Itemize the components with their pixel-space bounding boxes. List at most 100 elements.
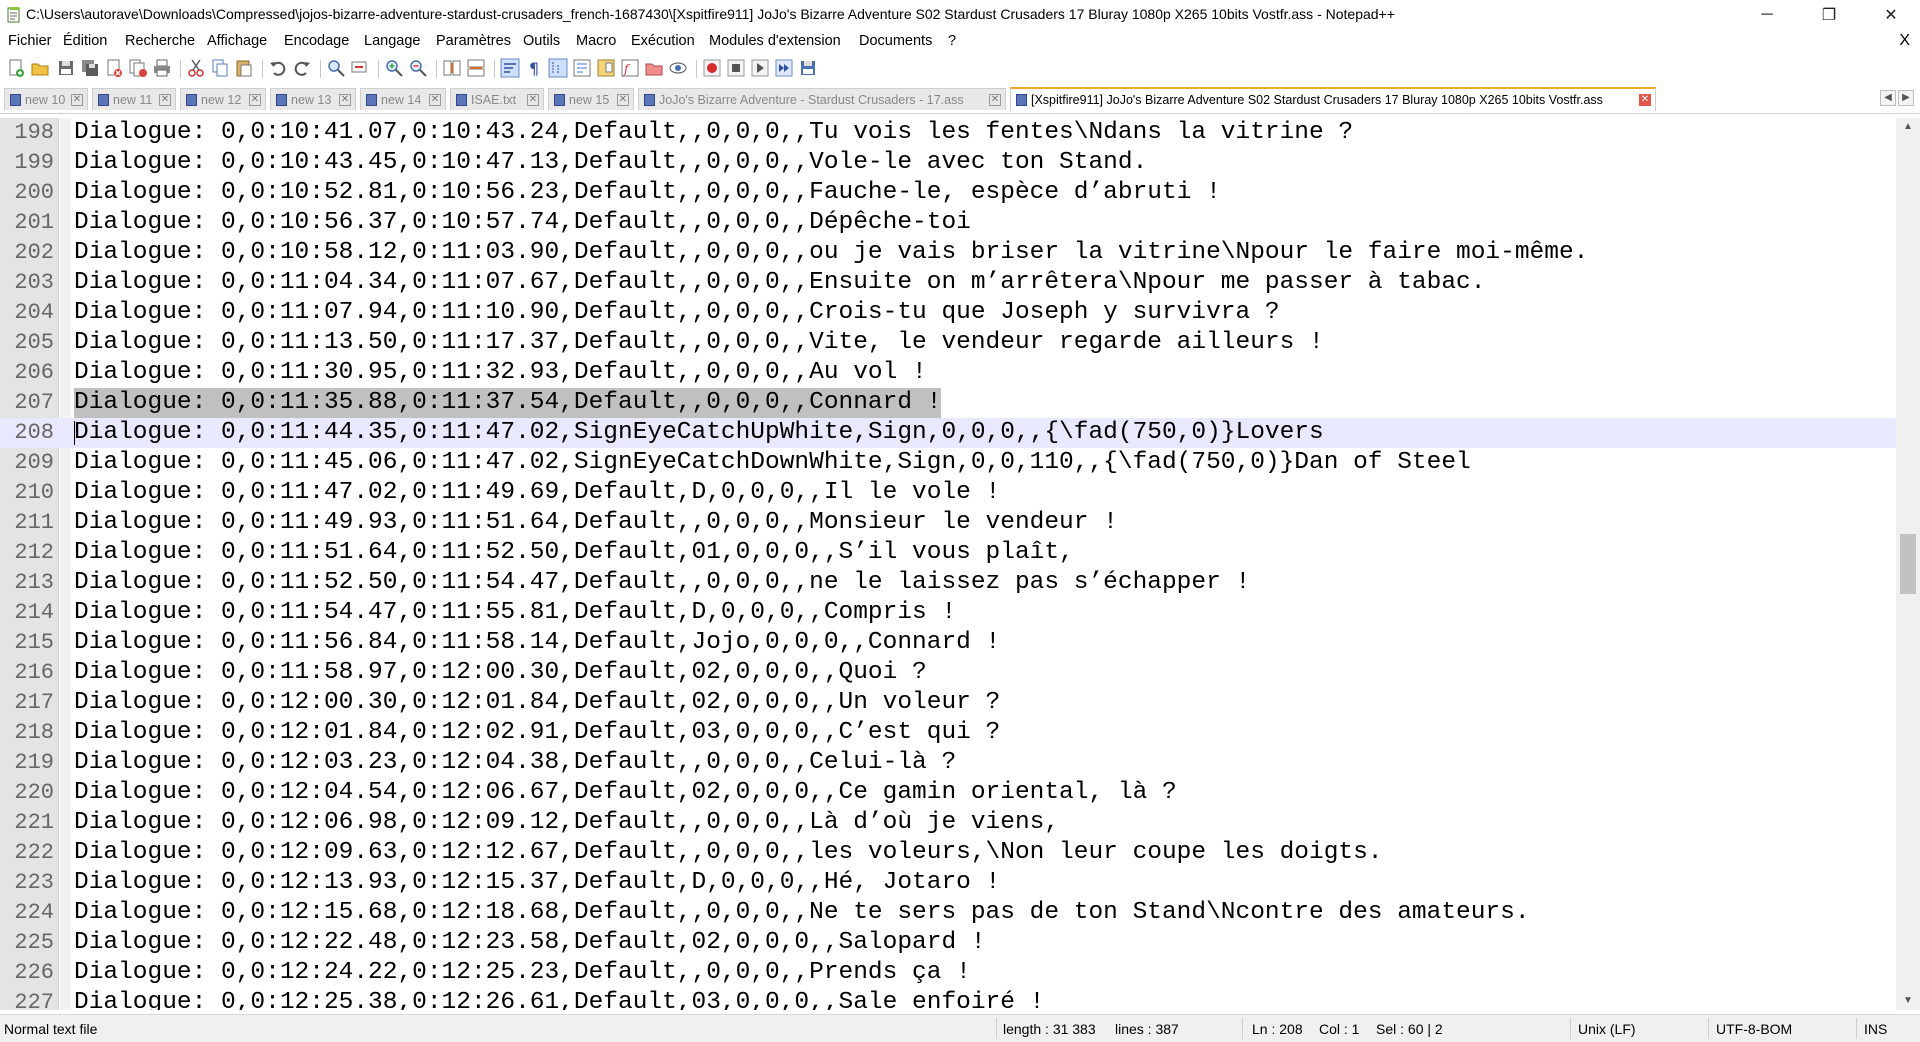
udl-icon[interactable] bbox=[572, 58, 592, 78]
editor-line[interactable]: 203 Dialogue: 0,0:11:04.34,0:11:07.67,Def… bbox=[0, 268, 1896, 298]
line-text[interactable]: Dialogue: 0,0:11:13.50,0:11:17.37,Defaul… bbox=[74, 328, 1324, 358]
line-text[interactable]: Dialogue: 0,0:11:44.35,0:11:47.02,SignEy… bbox=[74, 418, 1324, 448]
document-map-icon[interactable] bbox=[596, 58, 616, 78]
close-tab-icon[interactable]: ✕ bbox=[71, 94, 83, 106]
line-text[interactable]: Dialogue: 0,0:12:22.48,0:12:23.58,Defaul… bbox=[74, 928, 986, 958]
paste-icon[interactable] bbox=[234, 58, 254, 78]
editor-line[interactable]: 198 Dialogue: 0,0:10:41.07,0:10:43.24,Def… bbox=[0, 118, 1896, 148]
editor-line[interactable]: 220 Dialogue: 0,0:12:04.54,0:12:06.67,Def… bbox=[0, 778, 1896, 808]
editor-line[interactable]: 204 Dialogue: 0,0:11:07.94,0:11:10.90,Def… bbox=[0, 298, 1896, 328]
scroll-down-icon[interactable]: ▼ bbox=[1896, 992, 1920, 1010]
sync-vertical-icon[interactable] bbox=[442, 58, 462, 78]
line-text[interactable]: Dialogue: 0,0:12:01.84,0:12:02.91,Defaul… bbox=[74, 718, 1000, 748]
line-text[interactable]: Dialogue: 0,0:12:04.54,0:12:06.67,Defaul… bbox=[74, 778, 1177, 808]
minimize-button[interactable]: ─ bbox=[1744, 0, 1790, 30]
line-text[interactable]: Dialogue: 0,0:11:56.84,0:11:58.14,Defaul… bbox=[74, 628, 1000, 658]
line-text[interactable]: Dialogue: 0,0:10:58.12,0:11:03.90,Defaul… bbox=[74, 238, 1588, 268]
tab-new-11[interactable]: new 11 ✕ bbox=[92, 88, 176, 110]
function-list-icon[interactable]: f bbox=[620, 58, 640, 78]
editor-line-selected[interactable]: 207 Dialogue: 0,0:11:35.88,0:11:37.54,Def… bbox=[0, 388, 1896, 418]
save-icon[interactable] bbox=[56, 58, 76, 78]
close-tab-icon[interactable]: ✕ bbox=[989, 94, 1001, 106]
tab-new-14[interactable]: new 14 ✕ bbox=[360, 88, 446, 110]
editor-line[interactable]: 216 Dialogue: 0,0:11:58.97,0:12:00.30,Def… bbox=[0, 658, 1896, 688]
line-text[interactable]: Dialogue: 0,0:12:03.23,0:12:04.38,Defaul… bbox=[74, 748, 956, 778]
zoom-in-icon[interactable] bbox=[384, 58, 404, 78]
play-macro-icon[interactable] bbox=[750, 58, 770, 78]
line-text[interactable]: Dialogue: 0,0:11:30.95,0:11:32.93,Defaul… bbox=[74, 358, 927, 388]
editor-line[interactable]: 224 Dialogue: 0,0:12:15.68,0:12:18.68,Def… bbox=[0, 898, 1896, 928]
print-icon[interactable] bbox=[152, 58, 172, 78]
close-all-icon[interactable] bbox=[128, 58, 148, 78]
editor-line-current[interactable]: 208 Dialogue: 0,0:11:44.35,0:11:47.02,Sig… bbox=[0, 418, 1896, 448]
close-document-button[interactable]: X bbox=[1899, 32, 1910, 50]
editor-line[interactable]: 209 Dialogue: 0,0:11:45.06,0:11:47.02,Sig… bbox=[0, 448, 1896, 478]
new-file-icon[interactable] bbox=[6, 58, 26, 78]
editor-line[interactable]: 223 Dialogue: 0,0:12:13.93,0:12:15.37,Def… bbox=[0, 868, 1896, 898]
tab-scroll-right-icon[interactable]: ▶ bbox=[1898, 90, 1914, 106]
line-text[interactable]: Dialogue: 0,0:11:54.47,0:11:55.81,Defaul… bbox=[74, 598, 956, 628]
menu-modules[interactable]: Modules d'extension bbox=[709, 33, 841, 49]
save-macro-icon[interactable] bbox=[798, 58, 818, 78]
editor-line[interactable]: 213 Dialogue: 0,0:11:52.50,0:11:54.47,Def… bbox=[0, 568, 1896, 598]
editor-line[interactable]: 212 Dialogue: 0,0:11:51.64,0:11:52.50,Def… bbox=[0, 538, 1896, 568]
close-tab-icon[interactable]: ✕ bbox=[429, 94, 441, 106]
menu-langage[interactable]: Langage bbox=[364, 33, 420, 49]
run-macro-multiple-icon[interactable] bbox=[774, 58, 794, 78]
line-text[interactable]: Dialogue: 0,0:10:56.37,0:10:57.74,Defaul… bbox=[74, 208, 971, 238]
tab-new-10[interactable]: new 10 ✕ bbox=[4, 88, 88, 110]
menu-parametres[interactable]: Paramètres bbox=[436, 33, 511, 49]
replace-icon[interactable] bbox=[350, 58, 370, 78]
close-tab-icon[interactable]: ✕ bbox=[617, 94, 629, 106]
line-text[interactable]: Dialogue: 0,0:11:49.93,0:11:51.64,Defaul… bbox=[74, 508, 1118, 538]
close-tab-icon[interactable]: ✕ bbox=[249, 94, 261, 106]
sync-horizontal-icon[interactable] bbox=[466, 58, 486, 78]
close-tab-icon[interactable]: ✕ bbox=[1639, 94, 1651, 106]
editor-line[interactable]: 200 Dialogue: 0,0:10:52.81,0:10:56.23,Def… bbox=[0, 178, 1896, 208]
line-text[interactable]: Dialogue: 0,0:12:00.30,0:12:01.84,Defaul… bbox=[74, 688, 1000, 718]
line-text[interactable]: Dialogue: 0,0:11:52.50,0:11:54.47,Defaul… bbox=[74, 568, 1250, 598]
maximize-button[interactable]: ❐ bbox=[1806, 0, 1852, 30]
editor-line[interactable]: 210 Dialogue: 0,0:11:47.02,0:11:49.69,Def… bbox=[0, 478, 1896, 508]
text-editor[interactable]: 198 Dialogue: 0,0:10:41.07,0:10:43.24,Def… bbox=[0, 118, 1920, 1010]
indent-guide-icon[interactable] bbox=[548, 58, 568, 78]
line-text[interactable]: Dialogue: 0,0:11:04.34,0:11:07.67,Defaul… bbox=[74, 268, 1485, 298]
menu-outils[interactable]: Outils bbox=[523, 33, 560, 49]
line-text[interactable]: Dialogue: 0,0:11:45.06,0:11:47.02,SignEy… bbox=[74, 448, 1471, 478]
line-text[interactable]: Dialogue: 0,0:12:15.68,0:12:18.68,Defaul… bbox=[74, 898, 1530, 928]
line-text[interactable]: Dialogue: 0,0:10:52.81,0:10:56.23,Defaul… bbox=[74, 178, 1221, 208]
line-text[interactable]: Dialogue: 0,0:10:43.45,0:10:47.13,Defaul… bbox=[74, 148, 1147, 178]
save-all-icon[interactable] bbox=[80, 58, 100, 78]
editor-line[interactable]: 218 Dialogue: 0,0:12:01.84,0:12:02.91,Def… bbox=[0, 718, 1896, 748]
tab-isae-txt[interactable]: ISAE.txt ✕ bbox=[450, 88, 544, 110]
close-tab-icon[interactable]: ✕ bbox=[159, 94, 171, 106]
editor-line[interactable]: 201 Dialogue: 0,0:10:56.37,0:10:57.74,Def… bbox=[0, 208, 1896, 238]
tab-xspitfire-vostfr-ass[interactable]: [Xspitfire911] JoJo's Bizarre Adventure … bbox=[1010, 87, 1656, 111]
line-text[interactable]: Dialogue: 0,0:11:35.88,0:11:37.54,Defaul… bbox=[74, 388, 942, 418]
close-icon[interactable] bbox=[104, 58, 124, 78]
line-text[interactable]: Dialogue: 0,0:10:41.07,0:10:43.24,Defaul… bbox=[74, 118, 1353, 148]
tab-scroll-left-icon[interactable]: ◀ bbox=[1880, 90, 1896, 106]
menu-help[interactable]: ? bbox=[948, 33, 956, 49]
editor-line[interactable]: 221 Dialogue: 0,0:12:06.98,0:12:09.12,Def… bbox=[0, 808, 1896, 838]
editor-line[interactable]: 225 Dialogue: 0,0:12:22.48,0:12:23.58,Def… bbox=[0, 928, 1896, 958]
menu-edition[interactable]: Édition bbox=[63, 33, 107, 49]
show-all-chars-icon[interactable]: ¶ bbox=[524, 58, 544, 78]
redo-icon[interactable] bbox=[292, 58, 312, 78]
editor-line[interactable]: 217 Dialogue: 0,0:12:00.30,0:12:01.84,Def… bbox=[0, 688, 1896, 718]
record-macro-icon[interactable] bbox=[702, 58, 722, 78]
menu-fichier[interactable]: Fichier bbox=[8, 33, 52, 49]
monitoring-icon[interactable] bbox=[668, 58, 688, 78]
editor-line[interactable]: 206 Dialogue: 0,0:11:30.95,0:11:32.93,Def… bbox=[0, 358, 1896, 388]
menu-documents[interactable]: Documents bbox=[859, 33, 932, 49]
tab-new-12[interactable]: new 12 ✕ bbox=[180, 88, 266, 110]
scroll-up-icon[interactable]: ▲ bbox=[1896, 118, 1920, 136]
editor-line[interactable]: 215 Dialogue: 0,0:11:56.84,0:11:58.14,Def… bbox=[0, 628, 1896, 658]
line-text[interactable]: Dialogue: 0,0:12:13.93,0:12:15.37,Defaul… bbox=[74, 868, 1000, 898]
word-wrap-icon[interactable] bbox=[500, 58, 520, 78]
editor-line[interactable]: 205 Dialogue: 0,0:11:13.50,0:11:17.37,Def… bbox=[0, 328, 1896, 358]
line-text[interactable]: Dialogue: 0,0:11:07.94,0:11:10.90,Defaul… bbox=[74, 298, 1280, 328]
close-tab-icon[interactable]: ✕ bbox=[339, 94, 351, 106]
zoom-out-icon[interactable] bbox=[408, 58, 428, 78]
editor-line[interactable]: 222 Dialogue: 0,0:12:09.63,0:12:12.67,Def… bbox=[0, 838, 1896, 868]
